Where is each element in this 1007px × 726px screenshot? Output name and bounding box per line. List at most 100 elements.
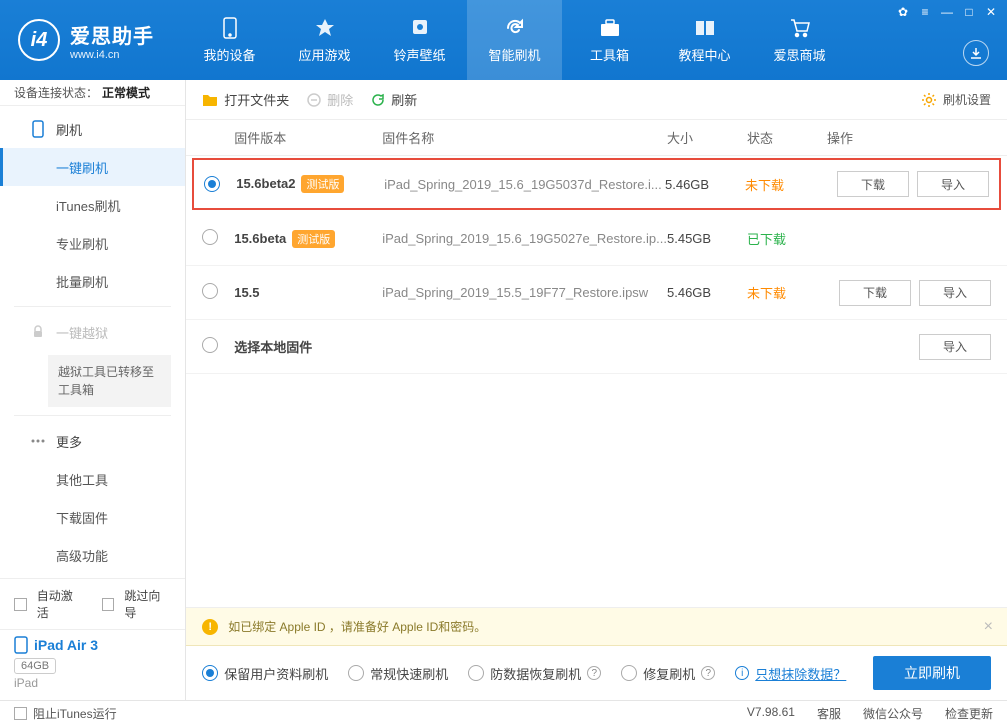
wechat-link[interactable]: 微信公众号: [863, 705, 923, 722]
support-link[interactable]: 客服: [817, 705, 841, 722]
auto-activate-checkbox[interactable]: [14, 598, 27, 611]
nav-toolbox[interactable]: 工具箱: [562, 0, 657, 80]
download-manager-icon[interactable]: [963, 40, 989, 66]
book-icon: [694, 17, 716, 39]
download-button[interactable]: 下载: [837, 171, 909, 197]
sidebar-jailbreak: 一键越狱: [0, 313, 185, 351]
tablet-icon: [14, 636, 28, 654]
toolbox-icon: [599, 17, 621, 39]
row-radio[interactable]: [202, 283, 218, 299]
firmware-status: 已下载: [747, 229, 827, 248]
version-label: V7.98.61: [747, 705, 795, 722]
row-radio[interactable]: [202, 337, 218, 353]
firmware-version: 15.6beta: [234, 231, 286, 246]
col-version: 固件版本: [234, 128, 382, 147]
opt-quick[interactable]: 常规快速刷机: [348, 664, 448, 683]
window-controls: ✿ ≡ — □ ✕: [893, 4, 1001, 20]
col-name: 固件名称: [382, 128, 667, 147]
nav-tutorials[interactable]: 教程中心: [657, 0, 752, 80]
block-itunes-checkbox[interactable]: [14, 707, 27, 720]
alert-close-icon[interactable]: ×: [984, 618, 993, 636]
import-button[interactable]: 导入: [917, 171, 989, 197]
nav-store[interactable]: 爱思商城: [752, 0, 847, 80]
firmware-row[interactable]: 15.6beta测试版iPad_Spring_2019_15.6_19G5027…: [186, 212, 1007, 266]
nav-flash[interactable]: 智能刷机: [467, 0, 562, 80]
sidebar-pro-flash[interactable]: 专业刷机: [0, 224, 185, 262]
firmware-status: 未下载: [747, 283, 827, 302]
flash-settings-button[interactable]: 刷机设置: [921, 91, 991, 108]
menu-icon[interactable]: ≡: [915, 4, 935, 20]
app-header: i4 爱思助手 www.i4.cn 我的设备 应用游戏 铃声壁纸 智能刷机 工具…: [0, 0, 1007, 80]
flash-now-button[interactable]: 立即刷机: [873, 656, 991, 690]
beta-tag: 测试版: [301, 175, 344, 193]
more-icon: [30, 433, 46, 449]
jailbreak-note: 越狱工具已转移至工具箱: [48, 355, 171, 407]
logo-icon: i4: [18, 19, 60, 61]
maximize-icon[interactable]: □: [959, 4, 979, 20]
firmware-filename: iPad_Spring_2019_15.6_19G5027e_Restore.i…: [382, 231, 667, 246]
sidebar-advanced[interactable]: 高级功能: [0, 536, 185, 574]
check-update-link[interactable]: 检查更新: [945, 705, 993, 722]
info-icon: i: [735, 666, 749, 680]
sidebar-more-group[interactable]: 更多: [0, 422, 185, 460]
download-button[interactable]: 下载: [839, 280, 911, 306]
status-bar: 阻止iTunes运行 V7.98.61 客服 微信公众号 检查更新: [0, 700, 1007, 726]
refresh-icon: [504, 17, 526, 39]
firmware-row[interactable]: 15.5 iPad_Spring_2019_15.5_19F77_Restore.…: [186, 266, 1007, 320]
delete-button: 删除: [307, 90, 353, 109]
device-type: iPad: [14, 676, 171, 690]
app-subtitle: www.i4.cn: [70, 49, 154, 61]
skin-icon[interactable]: ✿: [893, 4, 913, 20]
gear-icon: [921, 92, 937, 108]
device-name[interactable]: iPad Air 3: [14, 636, 171, 654]
music-icon: [409, 17, 431, 39]
col-size: 大小: [667, 128, 747, 147]
auto-activate-label: 自动激活: [37, 587, 84, 621]
nav-my-device[interactable]: 我的设备: [182, 0, 277, 80]
row-radio[interactable]: [202, 229, 218, 245]
firmware-size: 5.46GB: [667, 285, 747, 300]
erase-link[interactable]: i只想抹除数据？: [735, 664, 846, 683]
sidebar-other-tools[interactable]: 其他工具: [0, 460, 185, 498]
sidebar-oneclick-flash[interactable]: 一键刷机: [0, 148, 185, 186]
sidebar-flash-group[interactable]: 刷机: [0, 110, 185, 148]
table-header: 固件版本 固件名称 大小 状态 操作: [186, 120, 1007, 156]
opt-repair[interactable]: 修复刷机?: [621, 664, 715, 683]
sidebar-itunes-flash[interactable]: iTunes刷机: [0, 186, 185, 224]
flash-icon: [30, 121, 46, 137]
skip-guide-checkbox[interactable]: [102, 598, 115, 611]
lock-icon: [30, 324, 46, 340]
open-folder-button[interactable]: 打开文件夹: [202, 90, 289, 109]
refresh-button[interactable]: 刷新: [371, 90, 417, 109]
nav-ringtones[interactable]: 铃声壁纸: [372, 0, 467, 80]
opt-keep-data[interactable]: 保留用户资料刷机: [202, 664, 328, 683]
toolbar: 打开文件夹 删除 刷新 刷机设置: [186, 80, 1007, 120]
firmware-filename: iPad_Spring_2019_15.6_19G5037d_Restore.i…: [384, 177, 665, 192]
import-button[interactable]: 导入: [919, 280, 991, 306]
cart-icon: [789, 17, 811, 39]
firmware-row[interactable]: 15.6beta2 测试版 iPad_Spring_2019_15.6_19G503…: [192, 158, 1001, 210]
delete-icon: [307, 93, 321, 107]
opt-anti-recover[interactable]: 防数据恢复刷机?: [468, 664, 601, 683]
close-icon[interactable]: ✕: [981, 4, 1001, 20]
import-button[interactable]: 导入: [919, 334, 991, 360]
firmware-row[interactable]: 选择本地固件 导入: [186, 320, 1007, 374]
help-icon[interactable]: ?: [701, 666, 715, 680]
folder-icon: [202, 93, 218, 107]
block-itunes-label: 阻止iTunes运行: [33, 705, 117, 722]
firmware-size: 5.46GB: [665, 177, 745, 192]
sidebar-batch-flash[interactable]: 批量刷机: [0, 262, 185, 300]
connection-status: 设备连接状态：正常模式: [0, 80, 185, 106]
firmware-version: 15.6beta2: [236, 176, 295, 191]
row-radio[interactable]: [204, 176, 220, 192]
nav-apps[interactable]: 应用游戏: [277, 0, 372, 80]
col-status: 状态: [747, 128, 827, 147]
apps-icon: [314, 17, 336, 39]
help-icon[interactable]: ?: [587, 666, 601, 680]
sidebar-download-firmware[interactable]: 下载固件: [0, 498, 185, 536]
firmware-filename: iPad_Spring_2019_15.5_19F77_Restore.ipsw: [382, 285, 667, 300]
minimize-icon[interactable]: —: [937, 4, 957, 20]
sidebar: 设备连接状态：正常模式 刷机 一键刷机 iTunes刷机 专业刷机 批量刷机 一…: [0, 80, 186, 700]
firmware-version: 选择本地固件: [234, 340, 312, 355]
firmware-version: 15.5: [234, 285, 259, 300]
